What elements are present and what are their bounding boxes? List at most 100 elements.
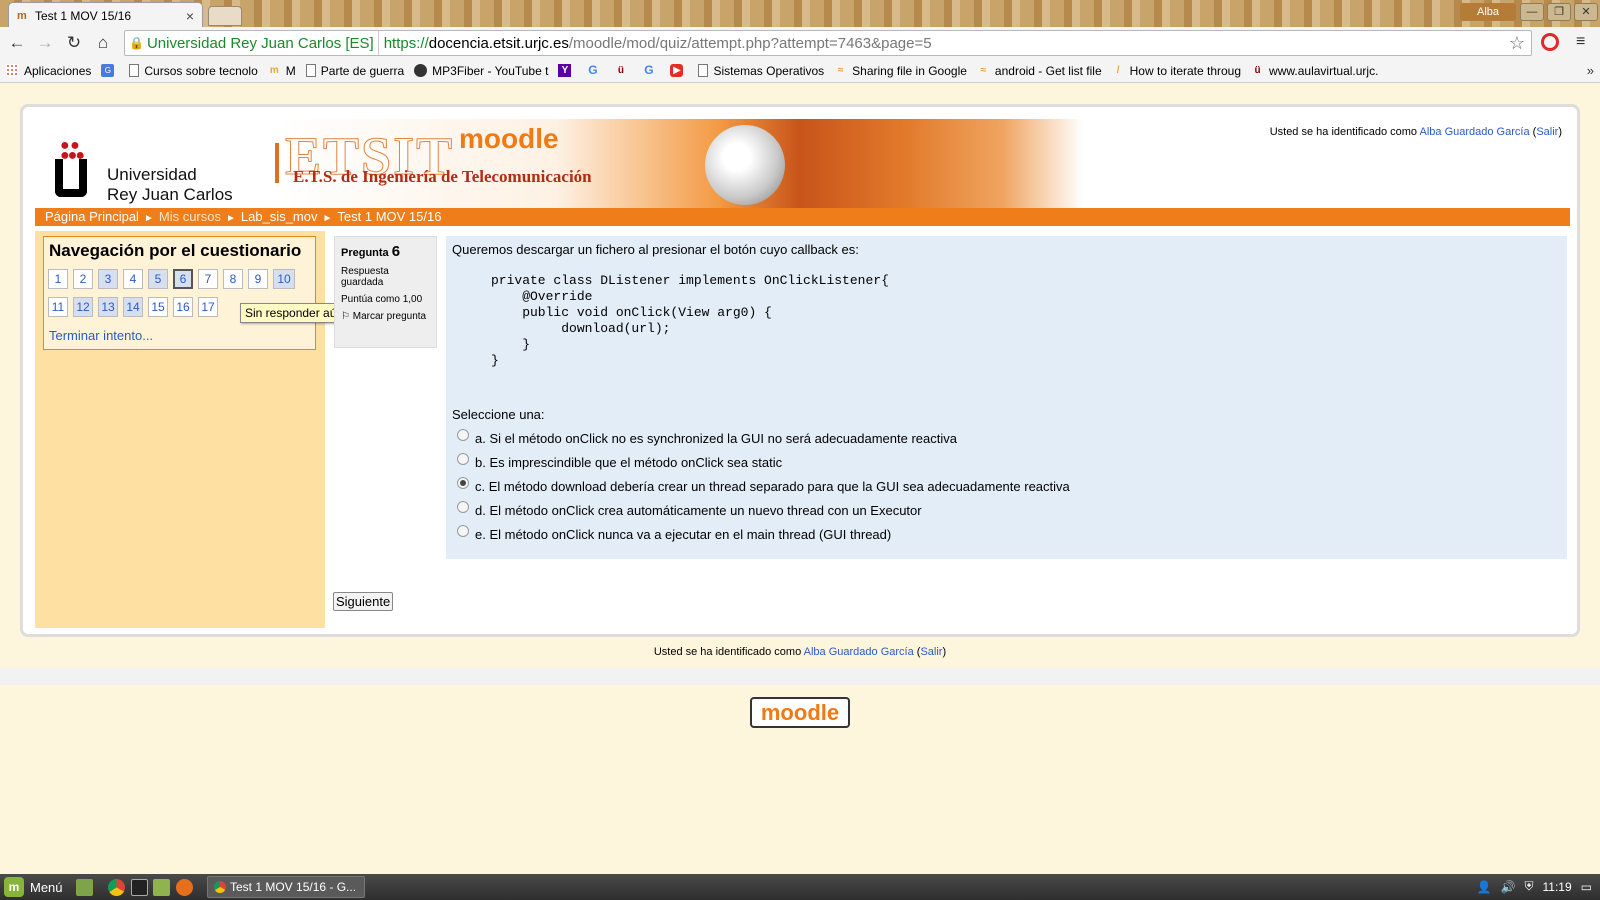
tab-active[interactable]: m Test 1 MOV 15/16 ×	[8, 2, 203, 28]
answer-label[interactable]: b. Es imprescindible que el método onCli…	[475, 455, 782, 470]
taskbar-window-item[interactable]: Test 1 MOV 15/16 - G...	[207, 876, 365, 898]
files-launcher-icon[interactable]	[153, 879, 170, 896]
answer-option[interactable]: e. El método onClick nunca va a ejecutar…	[452, 522, 1561, 546]
answer-label[interactable]: c. El método download debería crear un t…	[475, 479, 1070, 494]
forward-icon[interactable]: →	[34, 32, 56, 54]
bookmark-item[interactable]: ≈ android - Get list file	[977, 64, 1102, 78]
moodle-footer-logo[interactable]: moodle	[750, 697, 850, 728]
browser-menu-icon[interactable]: ≡	[1576, 34, 1585, 50]
bookmark-item[interactable]: G	[642, 64, 660, 77]
chrome-launcher-icon[interactable]	[108, 879, 125, 896]
lock-icon: 🔒	[129, 36, 144, 50]
question-nav-button[interactable]: 5	[148, 269, 168, 289]
flag-question-label[interactable]: Marcar pregunta	[353, 311, 426, 322]
logout-link[interactable]: Salir	[1536, 126, 1558, 138]
clock[interactable]: 11:19	[1543, 880, 1572, 894]
question-nav-button[interactable]: 14	[123, 297, 143, 317]
answer-label[interactable]: e. El método onClick nunca va a ejecutar…	[475, 527, 891, 542]
shield-icon[interactable]: ⛨	[1525, 879, 1534, 894]
finish-attempt-link[interactable]: Terminar intento...	[49, 328, 153, 343]
bookmark-item[interactable]: MP3Fiber - YouTube t	[414, 64, 548, 78]
bookmark-item[interactable]: ≈ Sharing file in Google	[834, 64, 967, 78]
bookmark-item[interactable]: mM	[268, 64, 296, 78]
bookmark-item[interactable]: Y	[558, 64, 576, 77]
bookmark-item[interactable]: Sistemas Operativos	[698, 64, 824, 78]
answer-label[interactable]: d. El método onClick crea automáticament…	[475, 503, 922, 518]
bookmark-item[interactable]: ▶	[670, 64, 688, 77]
profile-button[interactable]: Alba	[1460, 3, 1516, 21]
bookmark-item[interactable]: Aplicaciones	[6, 64, 91, 78]
answer-option[interactable]: a. Si el método onClick no es synchroniz…	[452, 426, 1561, 450]
question-nav-button[interactable]: 16	[173, 297, 193, 317]
question-nav-button[interactable]: 9	[248, 269, 268, 289]
volume-icon[interactable]: 🔊	[1501, 880, 1516, 894]
address-bar[interactable]: 🔒 Universidad Rey Juan Carlos [ES] https…	[124, 30, 1532, 56]
home-icon[interactable]: ⌂	[92, 32, 114, 54]
show-desktop-icon[interactable]	[76, 879, 93, 896]
footer-user-link[interactable]: Alba Guardado García	[804, 646, 914, 658]
start-menu-button[interactable]: m Menú	[4, 877, 63, 897]
footer-logout-link[interactable]: Salir	[920, 646, 942, 658]
question-nav-button[interactable]: 1	[48, 269, 68, 289]
answer-radio[interactable]	[457, 501, 469, 513]
question-nav-button[interactable]: 4	[123, 269, 143, 289]
breadcrumb-my-courses[interactable]: Mis cursos	[159, 209, 221, 224]
reload-icon[interactable]: ↻	[63, 32, 85, 54]
bookmark-item[interactable]: Cursos sobre tecnolo	[129, 64, 258, 78]
answer-radio[interactable]	[457, 429, 469, 441]
question-nav-button[interactable]: 3	[98, 269, 118, 289]
answer-label[interactable]: a. Si el método onClick no es synchroniz…	[475, 431, 957, 446]
bookmark-label: MP3Fiber - YouTube t	[432, 63, 549, 78]
bookmarks-overflow-button[interactable]: »	[1587, 63, 1594, 78]
question-nav-button[interactable]: 11	[48, 297, 68, 317]
answer-option[interactable]: b. Es imprescindible que el método onCli…	[452, 450, 1561, 474]
close-window-button[interactable]: ✕	[1574, 3, 1598, 21]
bookmark-item[interactable]: G	[586, 64, 604, 77]
user-icon[interactable]: 👤	[1477, 880, 1492, 894]
firefox-launcher-icon[interactable]	[176, 879, 193, 896]
question-nav-button[interactable]: 12	[73, 297, 93, 317]
footer-band	[0, 668, 1600, 685]
answer-radio[interactable]	[457, 525, 469, 537]
breadcrumb-quiz[interactable]: Test 1 MOV 15/16	[337, 209, 441, 224]
bookmark-item[interactable]: Parte de guerra	[305, 63, 405, 78]
breadcrumb-course[interactable]: Lab_sis_mov	[241, 209, 318, 224]
bookmark-item[interactable]: ü www.aulavirtual.urjc.	[1251, 64, 1378, 78]
answer-option[interactable]: c. El método download debería crear un t…	[452, 474, 1561, 498]
urjc-logo[interactable]: ● ● ●●●	[55, 138, 89, 199]
tab-close-icon[interactable]: ×	[186, 8, 194, 24]
flag-question[interactable]: ⚐ Marcar pregunta	[341, 311, 430, 322]
bookmark-item[interactable]: / How to iterate throug	[1112, 64, 1241, 78]
breadcrumb-home[interactable]: Página Principal	[45, 209, 139, 224]
answer-option[interactable]: d. El método onClick crea automáticament…	[452, 498, 1561, 522]
user-profile-link[interactable]: Alba Guardado García	[1420, 126, 1530, 138]
question-nav-button[interactable]: 17	[198, 297, 218, 317]
bookmark-item[interactable]: ü	[614, 64, 632, 77]
question-nav-button[interactable]: 8	[223, 269, 243, 289]
next-button[interactable]: Siguiente	[333, 592, 394, 611]
question-nav-button[interactable]: 10	[273, 269, 295, 289]
ev-certificate-badge[interactable]: 🔒 Universidad Rey Juan Carlos [ES]	[125, 31, 379, 55]
minimize-button[interactable]: —	[1520, 3, 1544, 21]
answer-radio[interactable]	[457, 477, 469, 489]
question-nav-button[interactable]: 6	[173, 269, 193, 289]
new-tab-button[interactable]	[208, 6, 242, 26]
bookmark-label: Parte de guerra	[320, 63, 405, 78]
bookmark-star-icon[interactable]: ☆	[1509, 33, 1525, 54]
bookmark-item[interactable]: G	[101, 64, 119, 77]
answer-radio[interactable]	[457, 453, 469, 465]
question-nav-button[interactable]: 13	[98, 297, 118, 317]
question-code: private class DListener implements OnCli…	[491, 273, 889, 368]
question-nav-button[interactable]: 2	[73, 269, 93, 289]
back-icon[interactable]: ←	[6, 32, 28, 54]
flag-icon[interactable]: ⚐	[341, 311, 350, 322]
opera-extension-icon[interactable]	[1541, 33, 1559, 51]
question-nav-button[interactable]: 7	[198, 269, 218, 289]
url-text[interactable]: https://docencia.etsit.urjc.es/moodle/mo…	[379, 35, 932, 52]
maximize-button[interactable]: ❐	[1547, 3, 1571, 21]
desktop-icon[interactable]: ▭	[1581, 880, 1592, 894]
terminal-launcher-icon[interactable]	[131, 879, 148, 896]
university-name-line1: Universidad	[107, 165, 197, 184]
browser-toolbar: ← → ↻ ⌂ 🔒 Universidad Rey Juan Carlos [E…	[0, 27, 1600, 59]
question-nav-button[interactable]: 15	[148, 297, 168, 317]
